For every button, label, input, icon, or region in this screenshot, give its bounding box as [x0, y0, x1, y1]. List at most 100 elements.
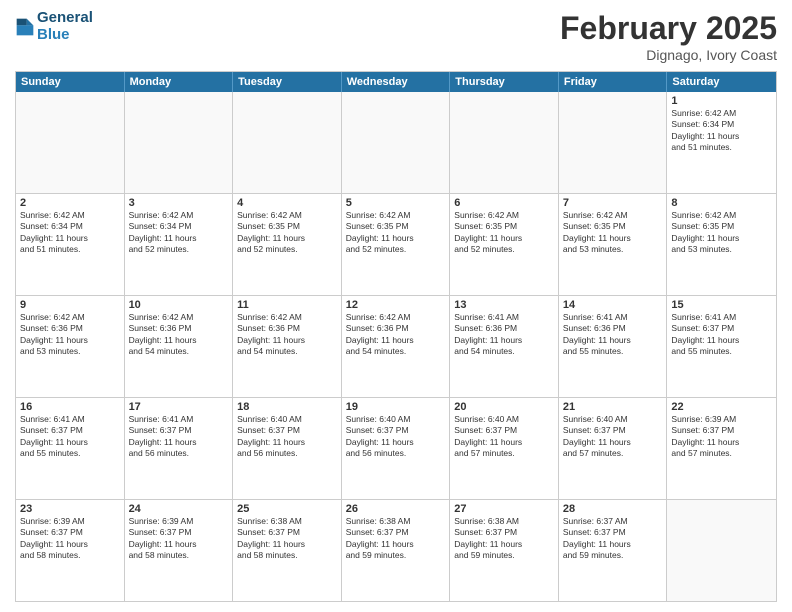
day-number: 22: [671, 401, 772, 413]
day-cell: 24Sunrise: 6:39 AMSunset: 6:37 PMDayligh…: [125, 500, 234, 601]
day-number: 13: [454, 299, 554, 311]
day-number: 16: [20, 401, 120, 413]
day-info: Sunrise: 6:39 AMSunset: 6:37 PMDaylight:…: [129, 516, 197, 560]
day-number: 2: [20, 197, 120, 209]
day-info: Sunrise: 6:42 AMSunset: 6:36 PMDaylight:…: [346, 312, 414, 356]
day-number: 15: [671, 299, 772, 311]
day-info: Sunrise: 6:38 AMSunset: 6:37 PMDaylight:…: [346, 516, 414, 560]
day-number: 17: [129, 401, 229, 413]
day-number: 19: [346, 401, 446, 413]
day-cell: 9Sunrise: 6:42 AMSunset: 6:36 PMDaylight…: [16, 296, 125, 397]
day-info: Sunrise: 6:41 AMSunset: 6:37 PMDaylight:…: [671, 312, 739, 356]
day-cell: 12Sunrise: 6:42 AMSunset: 6:36 PMDayligh…: [342, 296, 451, 397]
day-cell: 16Sunrise: 6:41 AMSunset: 6:37 PMDayligh…: [16, 398, 125, 499]
calendar-page: General Blue February 2025 Dignago, Ivor…: [0, 0, 792, 612]
header: General Blue February 2025 Dignago, Ivor…: [15, 10, 777, 63]
day-number: 9: [20, 299, 120, 311]
day-number: 3: [129, 197, 229, 209]
day-cell: 11Sunrise: 6:42 AMSunset: 6:36 PMDayligh…: [233, 296, 342, 397]
location-title: Dignago, Ivory Coast: [560, 47, 777, 63]
calendar-row: 1Sunrise: 6:42 AMSunset: 6:34 PMDaylight…: [16, 92, 776, 193]
day-info: Sunrise: 6:40 AMSunset: 6:37 PMDaylight:…: [346, 414, 414, 458]
empty-cell: [450, 92, 559, 193]
day-number: 11: [237, 299, 337, 311]
day-info: Sunrise: 6:40 AMSunset: 6:37 PMDaylight:…: [563, 414, 631, 458]
day-cell: 28Sunrise: 6:37 AMSunset: 6:37 PMDayligh…: [559, 500, 668, 601]
weekday-header: Wednesday: [342, 72, 451, 92]
calendar-row: 23Sunrise: 6:39 AMSunset: 6:37 PMDayligh…: [16, 499, 776, 601]
day-cell: 10Sunrise: 6:42 AMSunset: 6:36 PMDayligh…: [125, 296, 234, 397]
day-cell: 1Sunrise: 6:42 AMSunset: 6:34 PMDaylight…: [667, 92, 776, 193]
weekday-header: Tuesday: [233, 72, 342, 92]
empty-cell: [559, 92, 668, 193]
calendar: SundayMondayTuesdayWednesdayThursdayFrid…: [15, 71, 777, 602]
day-number: 10: [129, 299, 229, 311]
day-number: 7: [563, 197, 663, 209]
day-info: Sunrise: 6:42 AMSunset: 6:34 PMDaylight:…: [20, 210, 88, 254]
day-cell: 6Sunrise: 6:42 AMSunset: 6:35 PMDaylight…: [450, 194, 559, 295]
empty-cell: [16, 92, 125, 193]
day-number: 28: [563, 503, 663, 515]
day-cell: 5Sunrise: 6:42 AMSunset: 6:35 PMDaylight…: [342, 194, 451, 295]
day-info: Sunrise: 6:42 AMSunset: 6:34 PMDaylight:…: [671, 108, 739, 152]
day-info: Sunrise: 6:41 AMSunset: 6:36 PMDaylight:…: [454, 312, 522, 356]
day-info: Sunrise: 6:39 AMSunset: 6:37 PMDaylight:…: [671, 414, 739, 458]
day-info: Sunrise: 6:37 AMSunset: 6:37 PMDaylight:…: [563, 516, 631, 560]
weekday-header: Sunday: [16, 72, 125, 92]
day-info: Sunrise: 6:42 AMSunset: 6:35 PMDaylight:…: [237, 210, 305, 254]
weekday-header: Friday: [559, 72, 668, 92]
calendar-body: 1Sunrise: 6:42 AMSunset: 6:34 PMDaylight…: [16, 92, 776, 601]
day-cell: 19Sunrise: 6:40 AMSunset: 6:37 PMDayligh…: [342, 398, 451, 499]
day-cell: 2Sunrise: 6:42 AMSunset: 6:34 PMDaylight…: [16, 194, 125, 295]
day-info: Sunrise: 6:41 AMSunset: 6:37 PMDaylight:…: [20, 414, 88, 458]
day-number: 12: [346, 299, 446, 311]
day-cell: 13Sunrise: 6:41 AMSunset: 6:36 PMDayligh…: [450, 296, 559, 397]
day-cell: 8Sunrise: 6:42 AMSunset: 6:35 PMDaylight…: [667, 194, 776, 295]
day-cell: 27Sunrise: 6:38 AMSunset: 6:37 PMDayligh…: [450, 500, 559, 601]
day-number: 20: [454, 401, 554, 413]
calendar-row: 16Sunrise: 6:41 AMSunset: 6:37 PMDayligh…: [16, 397, 776, 499]
day-number: 27: [454, 503, 554, 515]
day-number: 8: [671, 197, 772, 209]
day-cell: 17Sunrise: 6:41 AMSunset: 6:37 PMDayligh…: [125, 398, 234, 499]
day-info: Sunrise: 6:41 AMSunset: 6:36 PMDaylight:…: [563, 312, 631, 356]
day-info: Sunrise: 6:42 AMSunset: 6:36 PMDaylight:…: [129, 312, 197, 356]
logo-text: General Blue: [37, 10, 93, 43]
day-cell: 22Sunrise: 6:39 AMSunset: 6:37 PMDayligh…: [667, 398, 776, 499]
day-info: Sunrise: 6:40 AMSunset: 6:37 PMDaylight:…: [454, 414, 522, 458]
day-info: Sunrise: 6:42 AMSunset: 6:35 PMDaylight:…: [346, 210, 414, 254]
day-number: 6: [454, 197, 554, 209]
day-info: Sunrise: 6:40 AMSunset: 6:37 PMDaylight:…: [237, 414, 305, 458]
day-cell: 21Sunrise: 6:40 AMSunset: 6:37 PMDayligh…: [559, 398, 668, 499]
title-block: February 2025 Dignago, Ivory Coast: [560, 10, 777, 63]
day-info: Sunrise: 6:42 AMSunset: 6:35 PMDaylight:…: [563, 210, 631, 254]
day-info: Sunrise: 6:42 AMSunset: 6:35 PMDaylight:…: [454, 210, 522, 254]
weekday-header: Thursday: [450, 72, 559, 92]
day-info: Sunrise: 6:42 AMSunset: 6:35 PMDaylight:…: [671, 210, 739, 254]
day-number: 24: [129, 503, 229, 515]
day-info: Sunrise: 6:39 AMSunset: 6:37 PMDaylight:…: [20, 516, 88, 560]
day-info: Sunrise: 6:38 AMSunset: 6:37 PMDaylight:…: [454, 516, 522, 560]
day-cell: 14Sunrise: 6:41 AMSunset: 6:36 PMDayligh…: [559, 296, 668, 397]
empty-cell: [125, 92, 234, 193]
day-info: Sunrise: 6:42 AMSunset: 6:34 PMDaylight:…: [129, 210, 197, 254]
day-cell: 26Sunrise: 6:38 AMSunset: 6:37 PMDayligh…: [342, 500, 451, 601]
day-cell: 4Sunrise: 6:42 AMSunset: 6:35 PMDaylight…: [233, 194, 342, 295]
day-number: 21: [563, 401, 663, 413]
calendar-header: SundayMondayTuesdayWednesdayThursdayFrid…: [16, 72, 776, 92]
weekday-header: Saturday: [667, 72, 776, 92]
day-cell: 20Sunrise: 6:40 AMSunset: 6:37 PMDayligh…: [450, 398, 559, 499]
day-cell: 3Sunrise: 6:42 AMSunset: 6:34 PMDaylight…: [125, 194, 234, 295]
empty-cell: [667, 500, 776, 601]
day-cell: 25Sunrise: 6:38 AMSunset: 6:37 PMDayligh…: [233, 500, 342, 601]
day-cell: 15Sunrise: 6:41 AMSunset: 6:37 PMDayligh…: [667, 296, 776, 397]
weekday-header: Monday: [125, 72, 234, 92]
logo: General Blue: [15, 10, 93, 43]
day-info: Sunrise: 6:42 AMSunset: 6:36 PMDaylight:…: [237, 312, 305, 356]
day-info: Sunrise: 6:42 AMSunset: 6:36 PMDaylight:…: [20, 312, 88, 356]
day-number: 23: [20, 503, 120, 515]
day-cell: 23Sunrise: 6:39 AMSunset: 6:37 PMDayligh…: [16, 500, 125, 601]
logo-icon: [15, 17, 35, 37]
day-number: 5: [346, 197, 446, 209]
day-cell: 18Sunrise: 6:40 AMSunset: 6:37 PMDayligh…: [233, 398, 342, 499]
